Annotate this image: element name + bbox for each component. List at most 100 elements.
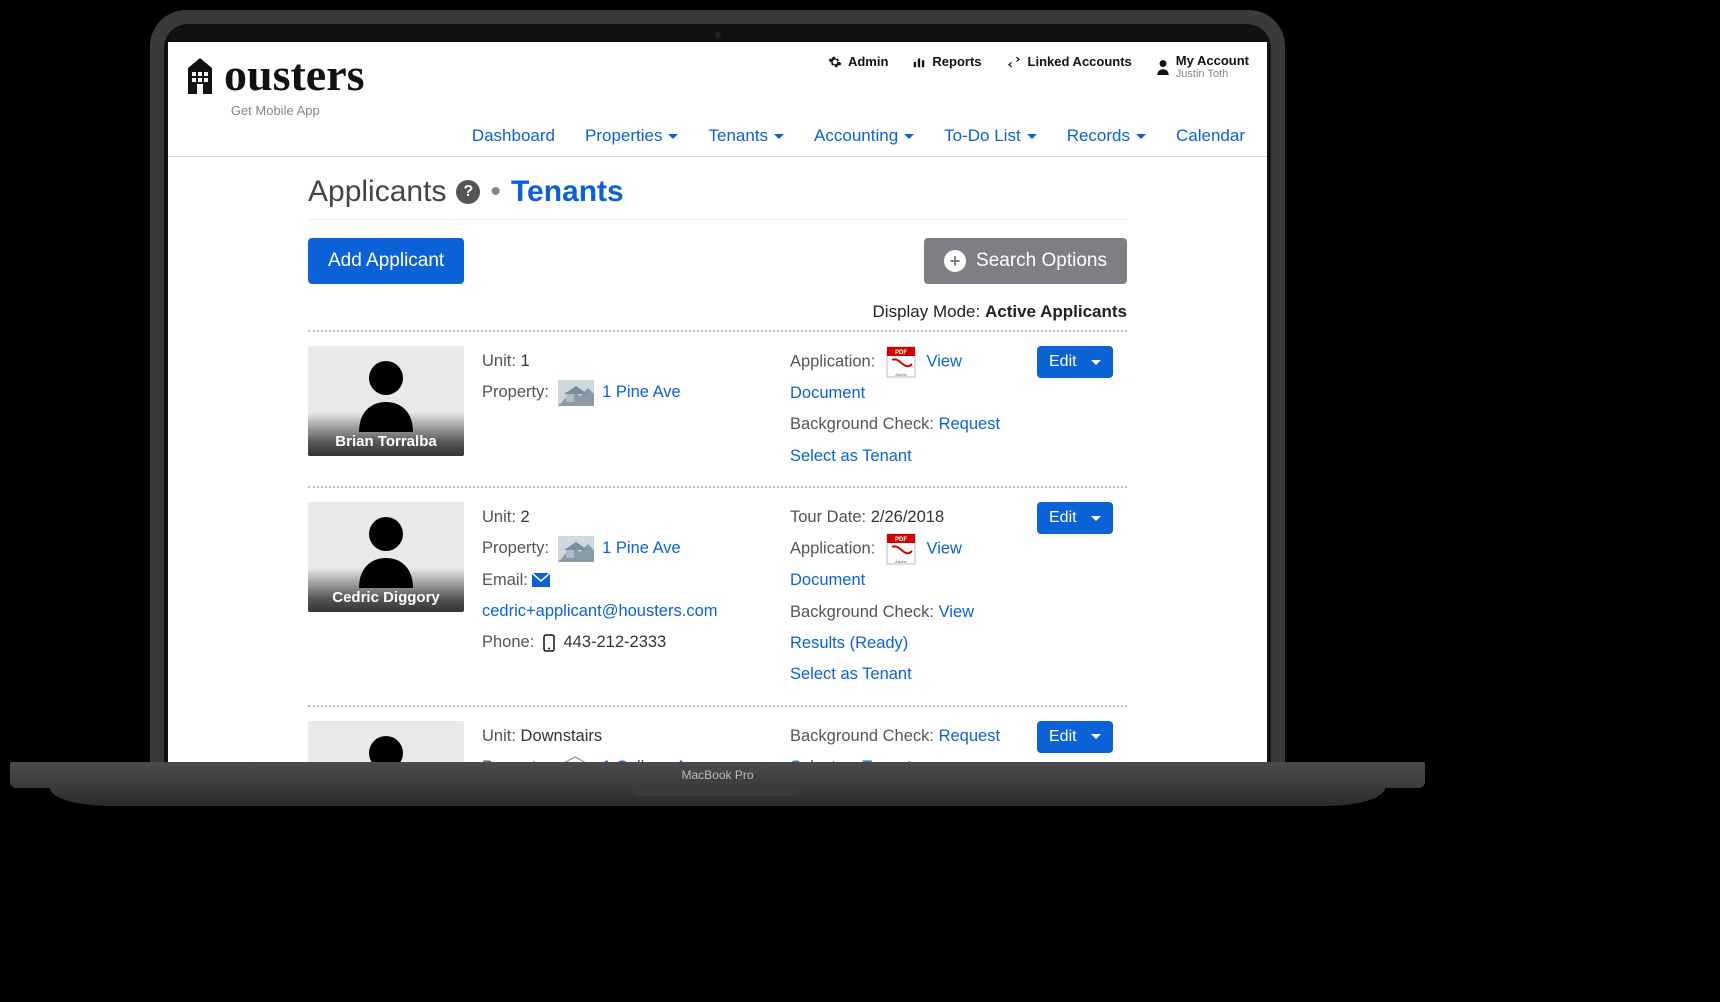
nav-tenants[interactable]: Tenants	[708, 126, 784, 146]
action-row: Add Applicant + Search Options	[308, 238, 1127, 284]
chevron-down-icon	[1027, 134, 1037, 139]
edit-button[interactable]: Edit	[1037, 346, 1113, 378]
linked-accounts-label: Linked Accounts	[1028, 54, 1132, 69]
phone-label: Phone:	[482, 633, 534, 651]
nav-calendar[interactable]: Calendar	[1176, 126, 1245, 146]
display-mode: Display Mode: Active Applicants	[308, 302, 1127, 322]
svg-text:Adobe: Adobe	[895, 559, 907, 564]
application-label: Application:	[790, 352, 875, 370]
admin-link[interactable]: Admin	[828, 54, 888, 69]
chevron-down-icon	[1091, 360, 1101, 365]
search-options-button[interactable]: + Search Options	[924, 238, 1127, 284]
my-account-link[interactable]: My Account Justin Toth	[1156, 54, 1249, 80]
applicant-col-left: Unit: 2Property: 1 Pine AveEmail: cedric…	[482, 502, 772, 691]
add-applicant-label: Add Applicant	[328, 250, 444, 272]
person-icon	[1156, 59, 1170, 75]
nav-records-label: Records	[1067, 126, 1130, 146]
nav-accounting-label: Accounting	[814, 126, 898, 146]
applicant-name: Cedric Diggory	[308, 589, 464, 606]
phone-value: 443-212-2333	[563, 633, 666, 651]
applicant-col-mid: Application: PDFAdobe View DocumentBackg…	[790, 346, 1019, 472]
add-applicant-button[interactable]: Add Applicant	[308, 238, 464, 284]
nav-dashboard[interactable]: Dashboard	[472, 126, 555, 146]
unit-label: Unit:	[482, 352, 516, 370]
help-icon[interactable]: ?	[456, 180, 480, 204]
property-label: Property:	[482, 539, 549, 557]
bg-check-link[interactable]: Request	[939, 727, 1000, 745]
title-separator: •	[490, 175, 501, 209]
topbar: ousters Get Mobile App Admin Reports	[168, 42, 1267, 118]
select-as-tenant-link[interactable]: Select as Tenant	[790, 665, 912, 683]
svg-text:PDF: PDF	[895, 350, 907, 356]
chevron-down-icon	[904, 134, 914, 139]
applicant-row: Brian Torralba Unit: 1 Property: 1 Pine Av…	[308, 332, 1127, 486]
avatar-card[interactable]: Brian Torralba	[308, 346, 464, 456]
property-link[interactable]: 1 Pine Ave	[602, 539, 681, 557]
pdf-icon: PDFAdobe	[886, 346, 916, 378]
laptop-base: MacBook Pro	[10, 762, 1425, 810]
get-mobile-app-link[interactable]: Get Mobile App	[231, 103, 320, 118]
email-link[interactable]: cedric+applicant@housters.com	[482, 602, 718, 620]
camera-dot	[715, 32, 721, 38]
nav-calendar-label: Calendar	[1176, 126, 1245, 146]
divider	[308, 219, 1127, 220]
bg-check-link[interactable]: Request	[939, 415, 1000, 433]
unit-label: Unit:	[482, 508, 516, 526]
house-h-icon	[186, 54, 222, 96]
logo-block: ousters Get Mobile App	[186, 48, 365, 118]
unit-value: Downstairs	[521, 727, 603, 745]
pdf-icon: PDFAdobe	[886, 533, 916, 565]
nav-properties[interactable]: Properties	[585, 126, 678, 146]
mail-icon	[532, 573, 550, 587]
unit-label: Unit:	[482, 727, 516, 745]
nav-accounting[interactable]: Accounting	[814, 126, 914, 146]
chevron-down-icon	[1091, 734, 1101, 739]
laptop-bezel: ousters Get Mobile App Admin Reports	[164, 24, 1271, 770]
content-area: Applicants ? • Tenants Add Applicant + S…	[168, 157, 1267, 770]
property-label: Property:	[482, 383, 549, 401]
brand-logo[interactable]: ousters	[186, 48, 365, 101]
edit-button[interactable]: Edit	[1037, 721, 1113, 753]
nav-todo-label: To-Do List	[944, 126, 1021, 146]
laptop-frame: ousters Get Mobile App Admin Reports	[150, 10, 1285, 770]
avatar-card[interactable]: Cedric Diggory	[308, 502, 464, 612]
page-title: Applicants	[308, 175, 446, 209]
applicant-col-right: Edit	[1037, 346, 1127, 472]
display-mode-label: Display Mode:	[873, 302, 981, 321]
trackpad-notch	[633, 788, 803, 796]
edit-label: Edit	[1049, 353, 1077, 371]
bg-check-label: Background Check:	[790, 603, 934, 621]
bg-check-label: Background Check:	[790, 415, 934, 433]
nav-dashboard-label: Dashboard	[472, 126, 555, 146]
tenants-breadcrumb-link[interactable]: Tenants	[511, 175, 624, 209]
property-thumb-icon	[558, 380, 594, 406]
unit-value: 1	[521, 352, 530, 370]
applicant-row: Cedric DiggoryUnit: 2Property: 1 Pine Av…	[308, 488, 1127, 705]
email-label: Email:	[482, 571, 528, 589]
main-nav: Dashboard Properties Tenants Accounting …	[168, 118, 1267, 157]
swap-icon	[1006, 55, 1022, 69]
tour-date-value: 2/26/2018	[871, 508, 944, 526]
property-link[interactable]: 1 Pine Ave	[602, 383, 681, 401]
applicant-name: Brian Torralba	[308, 433, 464, 450]
search-options-label: Search Options	[976, 250, 1107, 272]
nav-records[interactable]: Records	[1067, 126, 1146, 146]
applicant-col-left: Unit: 1 Property: 1 Pine Ave	[482, 346, 772, 472]
nav-properties-label: Properties	[585, 126, 662, 146]
edit-label: Edit	[1049, 509, 1077, 527]
reports-link[interactable]: Reports	[912, 54, 981, 69]
applicant-row: Unit: DownstairsProperty: 1 College AveB…	[308, 707, 1127, 770]
chevron-down-icon	[1136, 134, 1146, 139]
edit-button[interactable]: Edit	[1037, 502, 1113, 534]
my-account-label: My Account	[1176, 54, 1249, 68]
tour-date-label: Tour Date:	[790, 508, 866, 526]
admin-label: Admin	[848, 54, 888, 69]
avatar-silhouette-icon	[351, 354, 421, 437]
select-as-tenant-link[interactable]: Select as Tenant	[790, 447, 912, 465]
nav-todo[interactable]: To-Do List	[944, 126, 1037, 146]
linked-accounts-link[interactable]: Linked Accounts	[1006, 54, 1132, 69]
bg-check-label: Background Check:	[790, 727, 934, 745]
nav-tenants-label: Tenants	[708, 126, 768, 146]
brand-text: ousters	[224, 48, 365, 101]
application-label: Application:	[790, 540, 875, 558]
